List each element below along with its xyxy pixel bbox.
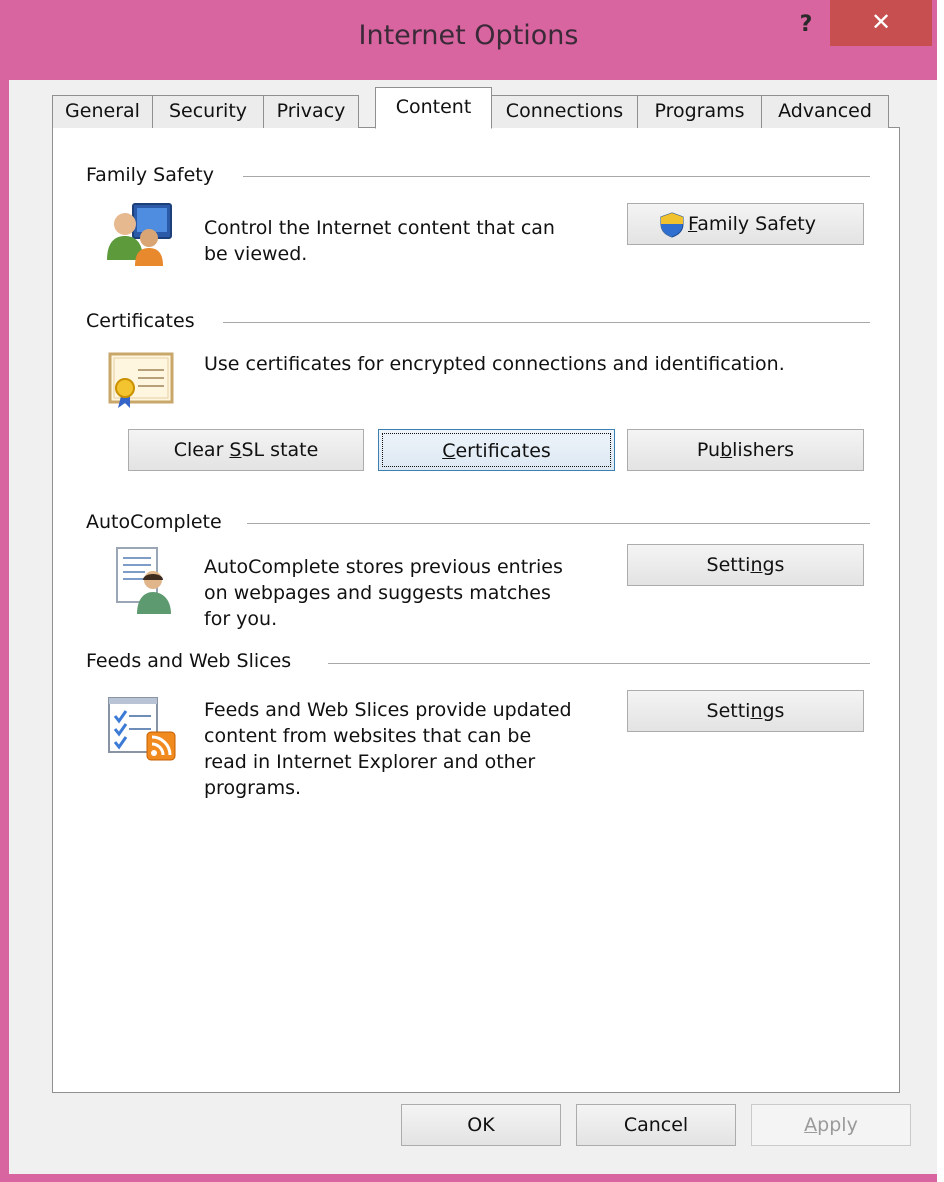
- feeds-line-1: Feeds and Web Slices provide updated: [204, 699, 572, 721]
- apply-button[interactable]: Apply: [751, 1104, 911, 1146]
- feeds-icon: [108, 697, 176, 761]
- feeds-line-2: content from websites that can be: [204, 725, 532, 747]
- dialog-client-area: Family Safety Control the Internet conte…: [9, 80, 937, 1174]
- autocomplete-settings-label-post: gs: [762, 554, 785, 576]
- tab-content[interactable]: Content: [375, 87, 492, 129]
- autocomplete-heading: AutoComplete: [86, 511, 234, 533]
- close-button[interactable]: ✕: [830, 0, 932, 46]
- feeds-settings-label-pre: Setti: [706, 700, 751, 722]
- autocomplete-line-3: for you.: [204, 608, 278, 630]
- clear-ssl-label-pre: Clear: [173, 439, 230, 461]
- uac-shield-icon: [660, 212, 684, 238]
- group-divider: [243, 176, 870, 177]
- apply-label-post: pply: [817, 1114, 858, 1136]
- autocomplete-settings-mnemonic: n: [750, 554, 763, 576]
- certificates-description: Use certificates for encrypted connectio…: [204, 353, 785, 375]
- feeds-line-3: read in Internet Explorer and other: [204, 751, 536, 773]
- autocomplete-description: AutoComplete stores previous entries on …: [204, 554, 563, 632]
- group-divider: [247, 523, 870, 524]
- group-divider: [223, 322, 870, 323]
- family-safety-line-1: Control the Internet content that can: [204, 217, 555, 239]
- certificates-mnemonic: C: [442, 440, 456, 462]
- feeds-settings-label-post: gs: [762, 700, 785, 722]
- apply-mnemonic: A: [804, 1114, 818, 1136]
- cancel-button[interactable]: Cancel: [576, 1104, 736, 1146]
- publishers-label-post: lishers: [732, 439, 795, 461]
- certificates-heading: Certificates: [86, 310, 207, 332]
- ok-button[interactable]: OK: [401, 1104, 561, 1146]
- tab-security[interactable]: Security: [152, 95, 264, 128]
- dialog-window: Internet Options ? ✕ Family Safety Contr…: [0, 0, 944, 1182]
- certificate-icon: [108, 352, 174, 408]
- family-safety-mnemonic: F: [688, 213, 698, 235]
- clear-ssl-mnemonic: S: [229, 439, 242, 461]
- feeds-settings-mnemonic: n: [750, 700, 763, 722]
- tab-programs[interactable]: Programs: [637, 95, 762, 128]
- family-safety-description: Control the Internet content that can be…: [204, 215, 555, 267]
- autocomplete-icon: [116, 547, 171, 614]
- family-safety-icon: [107, 203, 172, 266]
- feeds-settings-button[interactable]: Settings: [627, 690, 864, 732]
- content-tab-panel: Family Safety Control the Internet conte…: [52, 127, 900, 1093]
- feeds-description: Feeds and Web Slices provide updated con…: [204, 697, 572, 801]
- autocomplete-line-2: on webpages and suggests matches: [204, 582, 551, 604]
- tab-advanced[interactable]: Advanced: [761, 95, 889, 128]
- feeds-heading: Feeds and Web Slices: [86, 650, 304, 672]
- focus-rectangle: Certificates: [382, 433, 611, 467]
- tab-privacy[interactable]: Privacy: [263, 95, 359, 128]
- family-safety-button-label: amily Safety: [697, 213, 816, 235]
- family-safety-line-2: be viewed.: [204, 243, 308, 265]
- group-divider: [328, 663, 870, 664]
- publishers-button[interactable]: Publishers: [627, 429, 864, 471]
- feeds-line-4: programs.: [204, 777, 302, 799]
- title-bar[interactable]: Internet Options ? ✕: [0, 0, 937, 80]
- window-edge: [937, 0, 944, 1182]
- family-safety-heading: Family Safety: [86, 164, 226, 186]
- autocomplete-line-1: AutoComplete stores previous entries: [204, 556, 563, 578]
- tab-general[interactable]: General: [52, 95, 153, 128]
- certificates-label-post: ertificates: [455, 440, 551, 462]
- clear-ssl-state-button[interactable]: Clear SSL state: [128, 429, 364, 471]
- tab-connections[interactable]: Connections: [491, 95, 638, 128]
- autocomplete-settings-button[interactable]: Settings: [627, 544, 864, 586]
- clear-ssl-label-post: SL state: [241, 439, 319, 461]
- autocomplete-settings-label-pre: Setti: [706, 554, 751, 576]
- publishers-label-pre: Pu: [696, 439, 721, 461]
- family-safety-button[interactable]: Family Safety: [627, 203, 864, 245]
- publishers-mnemonic: b: [720, 439, 733, 461]
- help-button[interactable]: ?: [785, 4, 827, 46]
- certificates-button[interactable]: Certificates: [378, 429, 615, 471]
